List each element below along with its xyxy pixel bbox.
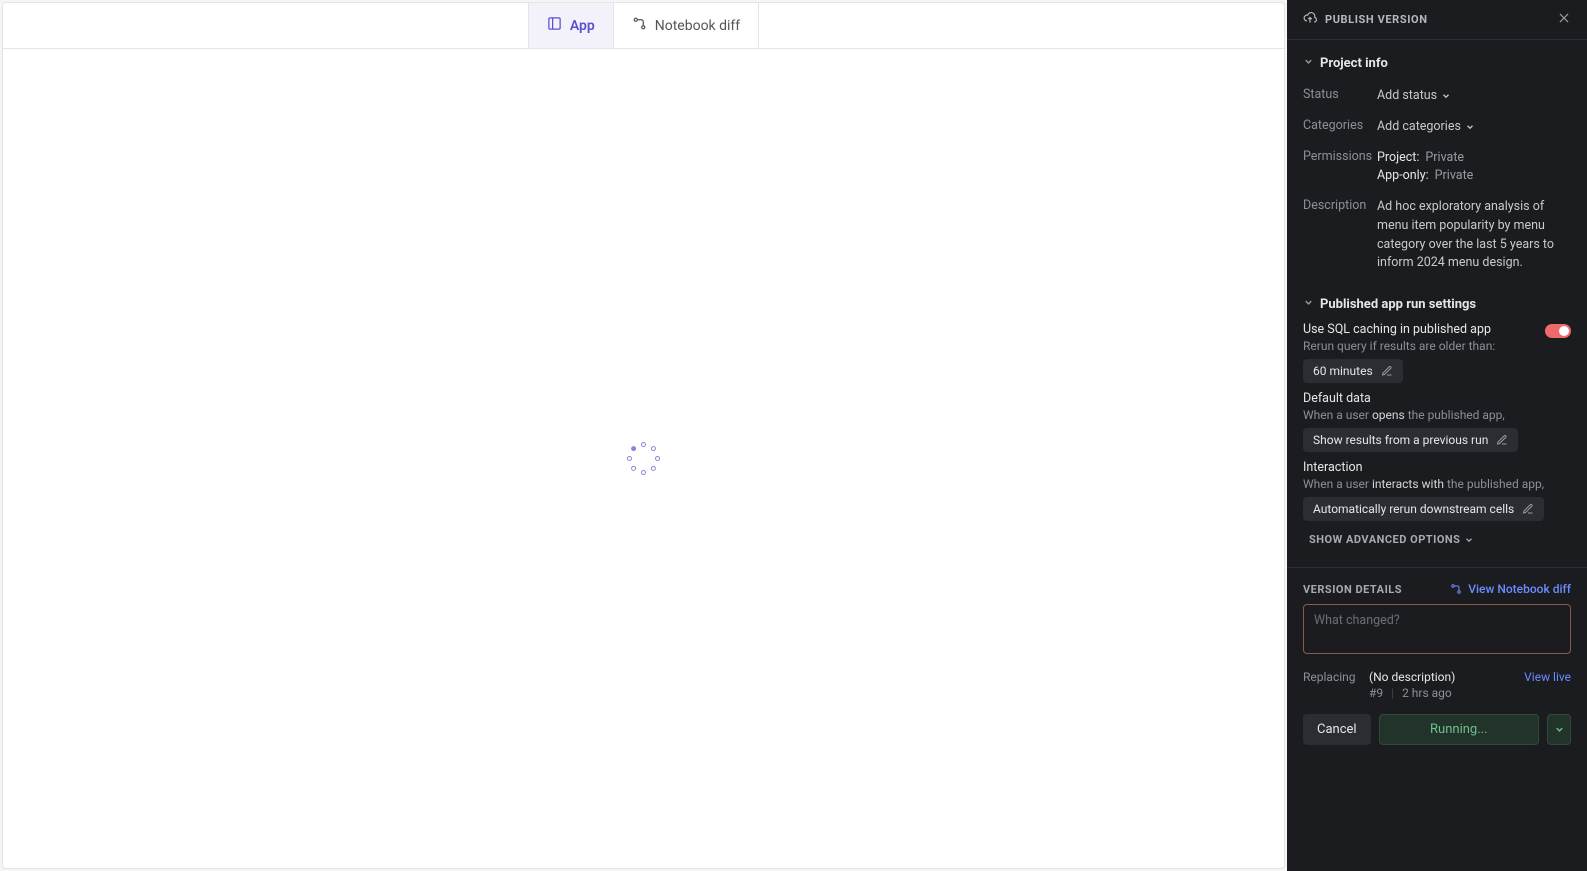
tab-app-label: App	[570, 18, 595, 34]
tab-app[interactable]: App	[528, 3, 614, 48]
section-project-info: Project info Status Add status Categorie…	[1287, 50, 1587, 291]
main-area: App Notebook diff	[2, 2, 1285, 869]
panel-body: Project info Status Add status Categorie…	[1287, 40, 1587, 871]
upload-cloud-icon	[1303, 11, 1317, 28]
diff-icon	[1450, 583, 1462, 595]
panel-header: PUBLISH VERSION	[1287, 0, 1587, 40]
default-data-pill[interactable]: Show results from a previous run	[1303, 428, 1518, 452]
diff-icon	[632, 16, 647, 35]
footer-buttons: Cancel Running...	[1287, 708, 1587, 761]
replacing-label: Replacing	[1303, 670, 1369, 684]
section-run-settings-header[interactable]: Published app run settings	[1303, 297, 1571, 312]
running-button: Running...	[1379, 714, 1539, 745]
section-run-settings-title: Published app run settings	[1320, 297, 1476, 312]
perm-project-key: Project:	[1377, 149, 1419, 168]
replacing-time: 2 hrs ago	[1402, 686, 1452, 700]
section-run-settings: Published app run settings Use SQL cachi…	[1287, 291, 1587, 559]
interaction-value: Automatically rerun downstream cells	[1313, 502, 1514, 516]
version-details-header: VERSION DETAILS View Notebook diff	[1287, 568, 1587, 604]
default-data-heading: Default data	[1303, 391, 1571, 406]
section-project-info-header[interactable]: Project info	[1303, 56, 1571, 71]
interaction-desc: When a user interacts with the published…	[1303, 477, 1571, 491]
changelog-wrap	[1287, 604, 1587, 658]
row-description: Description Ad hoc exploratory analysis …	[1303, 192, 1571, 279]
rerun-older-pill[interactable]: 60 minutes	[1303, 359, 1403, 383]
publish-dropdown-button[interactable]	[1547, 714, 1571, 745]
row-permissions: Permissions Project: Private App-only: P…	[1303, 143, 1571, 193]
show-advanced-options[interactable]: SHOW ADVANCED OPTIONS	[1309, 533, 1474, 546]
rerun-older-value: 60 minutes	[1313, 364, 1373, 378]
sql-caching-row: Use SQL caching in published app	[1303, 322, 1571, 339]
advanced-text: SHOW ADVANCED OPTIONS	[1309, 533, 1460, 546]
tab-notebook-diff[interactable]: Notebook diff	[614, 3, 759, 48]
chevron-down-icon	[1303, 56, 1314, 71]
interaction-pill[interactable]: Automatically rerun downstream cells	[1303, 497, 1544, 521]
view-live-link[interactable]: View live	[1524, 670, 1571, 684]
version-details-title: VERSION DETAILS	[1303, 583, 1402, 596]
default-data-desc: When a user opens the published app,	[1303, 408, 1571, 422]
chevron-down-icon	[1465, 122, 1475, 132]
rerun-older-label: Rerun query if results are older than:	[1303, 339, 1571, 353]
description-label: Description	[1303, 198, 1377, 213]
permissions-value: Project: Private App-only: Private	[1377, 149, 1571, 187]
panel-title: PUBLISH VERSION	[1303, 11, 1428, 28]
description-value: Ad hoc exploratory analysis of menu item…	[1377, 198, 1571, 273]
replacing-row: Replacing (No description) #9 | 2 hrs ag…	[1287, 658, 1587, 708]
categories-label: Categories	[1303, 118, 1377, 133]
layout-icon	[547, 16, 562, 35]
sql-caching-label: Use SQL caching in published app	[1303, 322, 1491, 337]
replacing-version: #9	[1369, 686, 1383, 700]
status-label: Status	[1303, 87, 1377, 102]
chevron-down-icon	[1554, 724, 1565, 735]
section-project-info-title: Project info	[1320, 56, 1388, 71]
perm-apponly-val: Private	[1435, 167, 1474, 186]
perm-apponly-key: App-only:	[1377, 167, 1429, 186]
publish-panel: PUBLISH VERSION Project info Status Add …	[1287, 0, 1587, 871]
add-status-text: Add status	[1377, 87, 1437, 106]
sql-caching-toggle[interactable]	[1545, 324, 1571, 338]
chevron-down-icon	[1441, 91, 1451, 101]
chevron-down-icon	[1464, 535, 1474, 545]
tab-group: App Notebook diff	[528, 3, 759, 48]
row-status: Status Add status	[1303, 81, 1571, 112]
close-icon[interactable]	[1557, 11, 1571, 29]
default-data-value: Show results from a previous run	[1313, 433, 1488, 447]
perm-project-val: Private	[1425, 149, 1464, 168]
cancel-button[interactable]: Cancel	[1303, 714, 1371, 745]
chevron-down-icon	[1303, 297, 1314, 312]
changelog-input[interactable]	[1303, 604, 1571, 654]
add-categories-button[interactable]: Add categories	[1377, 118, 1475, 137]
tab-bar: App Notebook diff	[3, 3, 1284, 49]
view-notebook-diff-link[interactable]: View Notebook diff	[1450, 582, 1571, 596]
replacing-info: (No description) #9 | 2 hrs ago	[1369, 670, 1455, 700]
edit-icon	[1496, 434, 1508, 446]
add-categories-text: Add categories	[1377, 118, 1461, 137]
edit-icon	[1522, 503, 1534, 515]
view-notebook-diff-text: View Notebook diff	[1468, 582, 1571, 596]
row-categories: Categories Add categories	[1303, 112, 1571, 143]
permissions-label: Permissions	[1303, 149, 1377, 164]
interaction-heading: Interaction	[1303, 460, 1571, 475]
replacing-desc: (No description)	[1369, 670, 1455, 684]
add-status-button[interactable]: Add status	[1377, 87, 1451, 106]
loading-spinner-icon	[626, 441, 662, 477]
tab-notebook-diff-label: Notebook diff	[655, 18, 740, 34]
main-content	[3, 49, 1284, 868]
panel-title-text: PUBLISH VERSION	[1325, 13, 1428, 26]
edit-icon	[1381, 365, 1393, 377]
